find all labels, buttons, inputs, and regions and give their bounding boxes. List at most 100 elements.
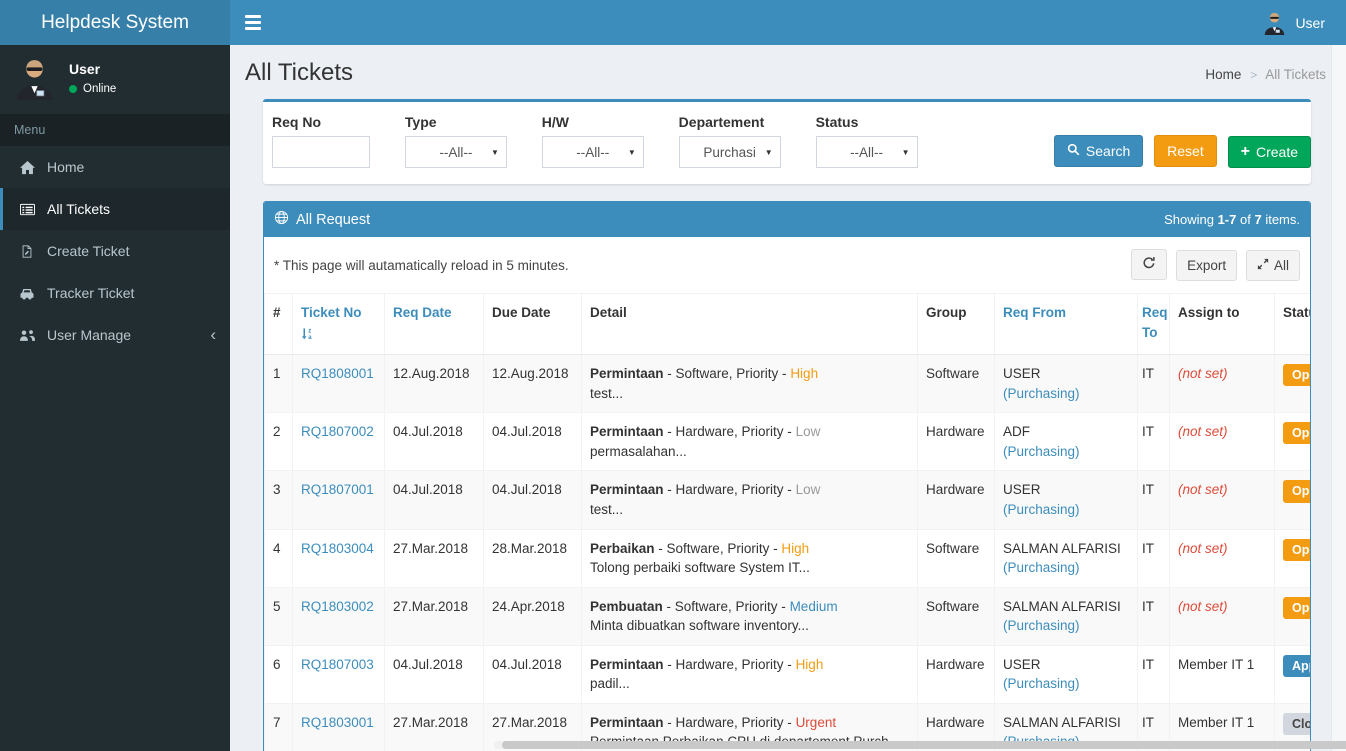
- col-header-ticket-no[interactable]: Ticket No z a: [292, 293, 385, 356]
- ticket-no-cell: RQ1808001: [292, 354, 385, 414]
- create-button[interactable]: + Create: [1227, 136, 1311, 168]
- ticket-link[interactable]: RQ1807002: [301, 424, 374, 439]
- priority-label: Low: [795, 482, 821, 498]
- ticket-link[interactable]: RQ1803004: [301, 541, 374, 556]
- horizontal-scrollbar[interactable]: [494, 741, 1346, 749]
- sidebar-item-all-tickets[interactable]: All Tickets: [0, 188, 230, 230]
- status-select[interactable]: --All-- ▼: [815, 136, 918, 168]
- hw-select[interactable]: --All-- ▼: [541, 136, 644, 168]
- type-select[interactable]: --All-- ▼: [404, 136, 507, 168]
- expand-all-button[interactable]: All: [1245, 250, 1300, 281]
- due-date-cell: 04.Jul.2018: [483, 644, 582, 704]
- requester-name: USER: [1003, 482, 1041, 498]
- ticket-link[interactable]: RQ1803002: [301, 599, 374, 614]
- breadcrumb: Home > All Tickets: [1205, 67, 1326, 82]
- app-title: Helpdesk System: [41, 11, 189, 33]
- req-date-cell: 04.Jul.2018: [384, 644, 484, 704]
- reset-button[interactable]: Reset: [1154, 135, 1217, 167]
- ticket-row-RQ1803004: 4 RQ1803004 27.Mar.2018 28.Mar.2018 Perbaika…: [264, 528, 1310, 588]
- requester-dept-link[interactable]: (Purchasing): [1003, 618, 1080, 633]
- filter-req-no: Req No: [272, 114, 370, 168]
- filter-departement: Departement Purchasi ▼: [678, 114, 781, 168]
- user-avatar-icon: [1262, 10, 1287, 35]
- departement-select[interactable]: Purchasi ▼: [678, 136, 781, 168]
- horizontal-scrollbar-thumb[interactable]: [502, 741, 1346, 749]
- status-cell: Open: [1274, 528, 1310, 588]
- req-to-cell: IT: [1137, 470, 1170, 530]
- table-header-row: # Ticket No z a Req Date Due Date Detail Group R…: [264, 293, 1310, 356]
- priority-label: Medium: [789, 598, 838, 614]
- status-badge: Open: [1283, 422, 1310, 445]
- due-date-cell: 24.Apr.2018: [483, 586, 582, 646]
- assign-to-cell: Member IT 1: [1169, 644, 1275, 704]
- col-header-status: Status: [1274, 293, 1310, 356]
- req-no-input[interactable]: [272, 136, 370, 168]
- requester-dept-link[interactable]: (Purchasing): [1003, 560, 1080, 575]
- sidebar-item-label: All Tickets: [47, 201, 111, 217]
- sidebar-item-user-manage[interactable]: User Manage ‹: [0, 314, 230, 356]
- breadcrumb-separator: >: [1250, 68, 1258, 82]
- requester-dept-link[interactable]: (Purchasing): [1003, 502, 1080, 517]
- chevron-left-icon: ‹: [210, 325, 216, 344]
- svg-text:a: a: [308, 335, 312, 340]
- priority-label: Low: [795, 424, 821, 440]
- status-badge: Open: [1283, 596, 1310, 619]
- ticket-no-cell: RQ1807001: [292, 470, 385, 530]
- assign-to-cell: (not set): [1169, 586, 1275, 646]
- hamburger-icon: [245, 15, 261, 18]
- vertical-scrollbar[interactable]: [1331, 45, 1346, 751]
- detail-cell: Permintaan - Software, Priority - High te…: [581, 354, 918, 414]
- detail-description: Tolong perbaiki software System IT...: [590, 560, 810, 576]
- col-header-req-to[interactable]: Req To: [1137, 293, 1170, 356]
- assign-to-value: (not set): [1178, 424, 1228, 440]
- requester-name: SALMAN ALFARISI: [1003, 714, 1121, 730]
- search-button[interactable]: Search: [1053, 135, 1144, 167]
- requester-name: SALMAN ALFARISI: [1003, 598, 1121, 614]
- assign-to-cell: (not set): [1169, 528, 1275, 588]
- row-index: 4: [264, 528, 293, 588]
- col-header-detail: Detail: [581, 293, 918, 356]
- col-header-: #: [264, 293, 293, 356]
- user-online-status[interactable]: Online: [69, 83, 116, 95]
- group-cell: Software: [917, 354, 995, 414]
- sidebar-item-home[interactable]: Home: [0, 146, 230, 188]
- status-cell: Open: [1274, 586, 1310, 646]
- navbar-user-menu[interactable]: User: [1256, 6, 1331, 39]
- row-index: 6: [264, 644, 293, 704]
- due-date-cell: 04.Jul.2018: [483, 470, 582, 530]
- sort-alpha-desc-icon: za: [301, 326, 376, 346]
- export-button[interactable]: Export: [1176, 250, 1238, 281]
- showing-summary: Showing 1-7 of 7 items.: [1164, 212, 1300, 227]
- sidebar-item-create-ticket[interactable]: Create Ticket: [0, 230, 230, 272]
- sidebar-item-tracker-ticket[interactable]: Tracker Ticket: [0, 272, 230, 314]
- col-header-req-date[interactable]: Req Date: [384, 293, 484, 356]
- ticket-link[interactable]: RQ1803001: [301, 715, 374, 730]
- requester-dept-link[interactable]: (Purchasing): [1003, 444, 1080, 459]
- group-cell: Software: [917, 586, 995, 646]
- ticket-link[interactable]: RQ1807001: [301, 482, 374, 497]
- navbar-user-label: User: [1295, 14, 1325, 31]
- detail-description: padil...: [590, 676, 630, 692]
- app-logo[interactable]: Helpdesk System: [0, 0, 230, 45]
- col-header-req-from[interactable]: Req From: [994, 293, 1138, 356]
- detail-cell: Permintaan - Hardware, Priority - Low per…: [581, 412, 918, 472]
- breadcrumb-home-link[interactable]: Home: [1205, 67, 1241, 82]
- status-cell: Open: [1274, 470, 1310, 530]
- ticket-row-RQ1807003: 6 RQ1807003 04.Jul.2018 04.Jul.2018 Perminta…: [264, 644, 1310, 704]
- requester-dept-link[interactable]: (Purchasing): [1003, 386, 1080, 401]
- refresh-button[interactable]: [1131, 249, 1168, 280]
- priority-label: High: [795, 656, 824, 672]
- ticket-row-RQ1808001: 1 RQ1808001 12.Aug.2018 12.Aug.2018 Perminta…: [264, 354, 1310, 414]
- requester-name: USER: [1003, 366, 1041, 382]
- requester-name: SALMAN ALFARISI: [1003, 540, 1121, 556]
- requester-dept-link[interactable]: (Purchasing): [1003, 676, 1080, 691]
- ticket-no-cell: RQ1807003: [292, 644, 385, 704]
- ticket-link[interactable]: RQ1808001: [301, 366, 374, 381]
- ticket-link[interactable]: RQ1807003: [301, 657, 374, 672]
- req-from-cell: USER (Purchasing): [994, 644, 1138, 704]
- expand-arrows-icon: [1257, 258, 1269, 273]
- globe-icon: [274, 210, 289, 229]
- sidebar-toggle-button[interactable]: [245, 15, 267, 30]
- breadcrumb-current: All Tickets: [1265, 67, 1326, 82]
- assign-to-value: (not set): [1178, 366, 1228, 382]
